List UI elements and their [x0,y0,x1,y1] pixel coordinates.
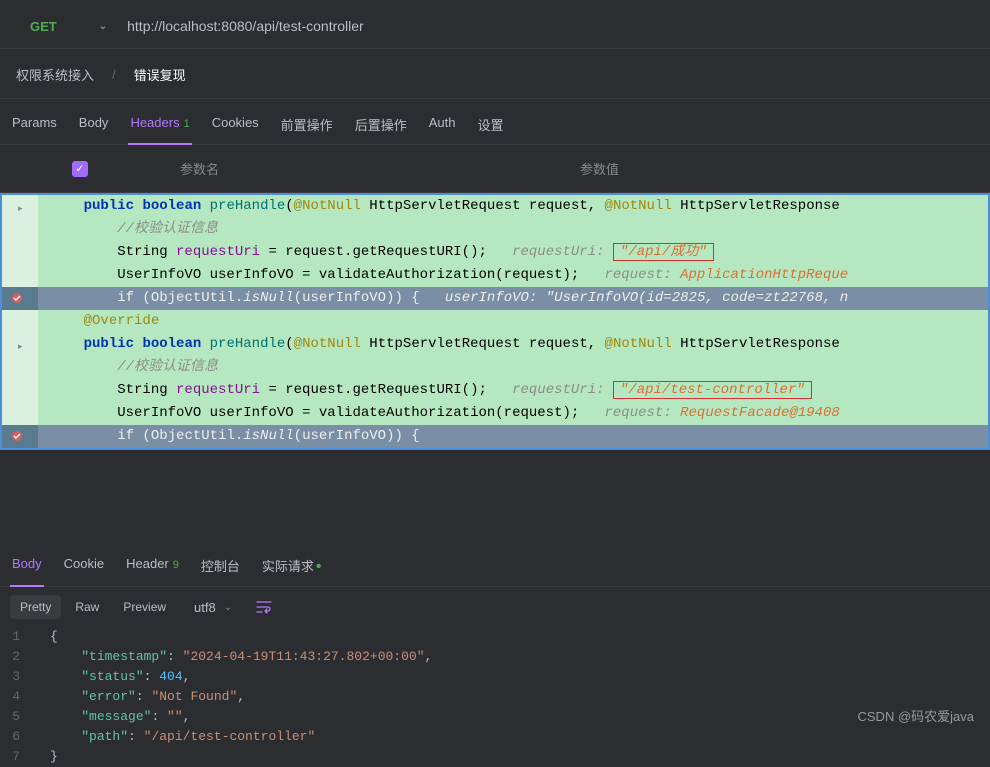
view-pretty-button[interactable]: Pretty [10,595,61,619]
tab-settings[interactable]: 设置 [475,109,505,144]
request-tabs: Params Body Headers1 Cookies 前置操作 后置操作 A… [0,99,990,145]
http-method-select[interactable]: GET ⌄ [30,19,107,34]
tab-cookies[interactable]: Cookies [210,109,261,144]
request-top-bar: GET ⌄ [0,0,990,49]
chevron-down-icon: ⌄ [224,602,232,613]
tab-response-console[interactable]: 控制台 [199,550,242,586]
code-line: public boolean preHandle(@NotNull HttpSe… [38,195,988,218]
view-raw-button[interactable]: Raw [65,595,109,619]
json-content[interactable]: { "timestamp": "2024-04-19T11:43:27.802+… [30,627,432,767]
code-line: UserInfoVO userInfoVO = validateAuthoriz… [38,264,988,287]
breadcrumb: 权限系统接入 / 错误复现 [0,49,990,99]
tab-response-header[interactable]: Header9 [124,550,181,586]
http-method-label: GET [30,19,57,34]
code-line: //校验认证信息 [38,356,988,379]
tab-response-body[interactable]: Body [10,550,44,586]
activity-dot-icon: • [316,558,322,575]
code-line: String requestUri = request.getRequestUR… [38,379,988,402]
tab-response-cookie[interactable]: Cookie [62,550,106,586]
breadcrumb-separator: / [112,67,116,82]
response-view-controls: Pretty Raw Preview utf8 ⌄ [0,587,990,627]
response-header-count: 9 [173,559,179,571]
code-editor-overlay: ▸ public boolean preHandle(@NotNull Http… [0,193,990,450]
highlighted-uri-2: "/api/test-controller" [613,381,812,399]
response-json-body: 1234567 { "timestamp": "2024-04-19T11:43… [0,627,990,767]
tab-body[interactable]: Body [77,109,111,144]
code-line: @Override [38,310,988,333]
select-all-checkbox[interactable]: ✓ [72,161,88,177]
breadcrumb-item-2[interactable]: 错误复现 [134,65,186,84]
wrap-lines-icon[interactable] [254,597,274,617]
tab-headers[interactable]: Headers1 [128,109,191,144]
code-line: if (ObjectUtil.isNull(userInfoVO)) { [38,425,988,448]
column-param-value: 参数值 [580,159,980,178]
chevron-down-icon: ⌄ [99,21,107,32]
breadcrumb-item-1[interactable]: 权限系统接入 [16,65,94,84]
line-numbers-gutter: 1234567 [0,627,30,767]
code-line: UserInfoVO userInfoVO = validateAuthoriz… [38,402,988,425]
column-param-name: 参数名 [150,159,580,178]
breakpoint-icon[interactable] [10,291,24,305]
code-line-active: if (ObjectUtil.isNull(userInfoVO)) { use… [38,287,988,310]
tab-auth[interactable]: Auth [427,109,458,144]
tab-params[interactable]: Params [10,109,59,144]
watermark: CSDN @码农爱java [858,706,975,725]
code-line: public boolean preHandle(@NotNull HttpSe… [38,333,988,356]
response-tabs: Body Cookie Header9 控制台 实际请求• [0,530,990,587]
encoding-select[interactable]: utf8 ⌄ [194,600,232,615]
tab-response-actual[interactable]: 实际请求• [260,550,324,586]
tab-post-request[interactable]: 后置操作 [353,109,409,144]
breakpoint-icon[interactable] [10,429,24,443]
headers-count-badge: 1 [184,118,190,130]
highlighted-uri-1: "/api/成功" [613,243,714,261]
code-line: String requestUri = request.getRequestUR… [38,241,988,264]
url-input[interactable] [127,18,980,34]
headers-table-header: ✓ 参数名 参数值 [0,145,990,193]
view-preview-button[interactable]: Preview [113,595,176,619]
code-line: //校验认证信息 [38,218,988,241]
tab-pre-request[interactable]: 前置操作 [279,109,335,144]
